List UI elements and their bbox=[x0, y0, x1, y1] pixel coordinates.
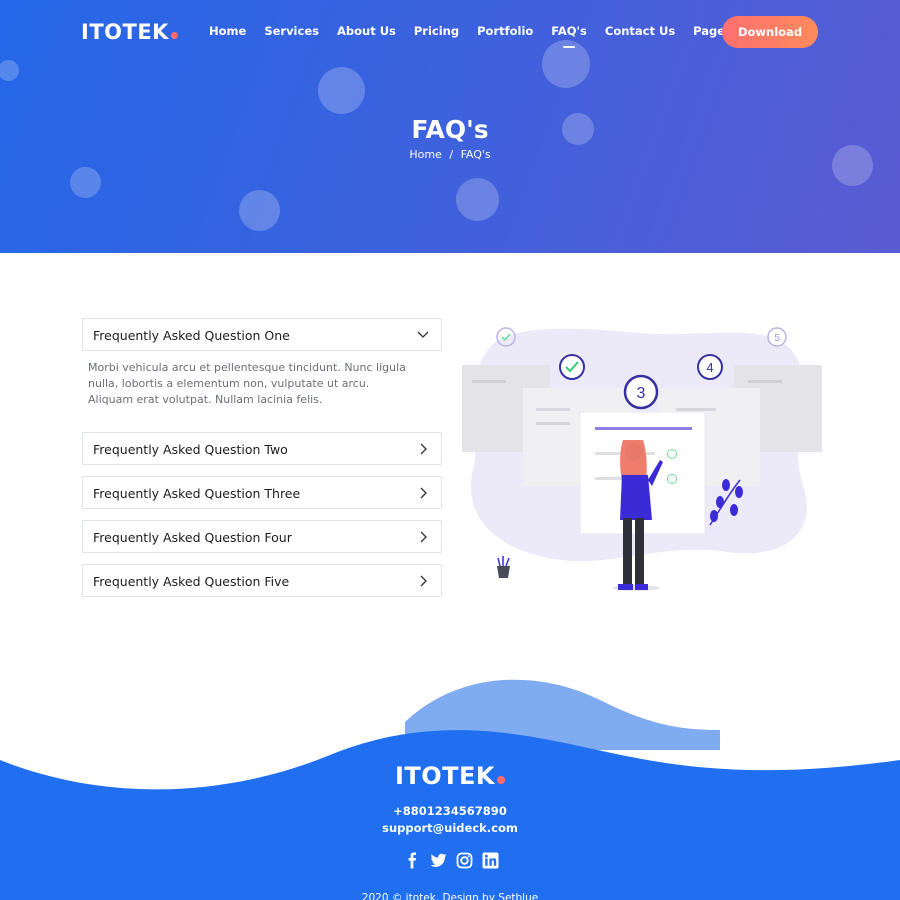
decorative-bubble bbox=[70, 167, 101, 198]
nav-item-services[interactable]: Services bbox=[264, 24, 319, 38]
step-number: 3 bbox=[637, 385, 646, 402]
footer-logo[interactable]: ITOTEK bbox=[0, 762, 900, 790]
social-links bbox=[404, 852, 499, 869]
linkedin-icon[interactable] bbox=[482, 852, 499, 869]
illustration-line bbox=[595, 427, 692, 430]
footer-logo-text: ITOTEK bbox=[394, 762, 496, 790]
nav-item-about-us[interactable]: About Us bbox=[337, 24, 396, 38]
decorative-bubble bbox=[318, 67, 365, 114]
plant-pot bbox=[497, 556, 510, 578]
faq-question: Frequently Asked Question One bbox=[93, 328, 290, 343]
breadcrumb: Home / FAQ's bbox=[0, 148, 900, 161]
faq-question: Frequently Asked Question Four bbox=[93, 530, 292, 545]
faq-item-five[interactable]: Frequently Asked Question Five bbox=[82, 564, 442, 597]
chevron-right-icon bbox=[420, 575, 427, 587]
twitter-icon[interactable] bbox=[430, 852, 447, 869]
footer-email[interactable]: support@uideck.com bbox=[0, 821, 900, 835]
breadcrumb-home-link[interactable]: Home bbox=[409, 148, 441, 161]
faq-item-one[interactable]: Frequently Asked Question One bbox=[82, 318, 442, 351]
logo-dot bbox=[170, 32, 178, 39]
faq-item-four[interactable]: Frequently Asked Question Four bbox=[82, 520, 442, 553]
check-icon bbox=[559, 354, 585, 380]
top-navigation: ITOTEK Home Services About Us Pricing Po… bbox=[0, 0, 900, 64]
brand-logo-text: ITOTEK bbox=[81, 20, 169, 44]
faq-question: Frequently Asked Question Two bbox=[93, 442, 288, 457]
copyright-text: 2020 © itotek. Design by Setblue bbox=[361, 892, 539, 900]
chevron-right-icon bbox=[420, 487, 427, 499]
decorative-bubble bbox=[456, 178, 499, 221]
step-number: 5 bbox=[774, 333, 780, 344]
nav-menu: Home Services About Us Pricing Portfolio… bbox=[209, 24, 765, 48]
faq-item-three[interactable]: Frequently Asked Question Three bbox=[82, 476, 442, 509]
nav-item-faqs[interactable]: FAQ's bbox=[551, 24, 587, 48]
facebook-icon[interactable] bbox=[404, 852, 421, 869]
breadcrumb-current: FAQ's bbox=[460, 148, 491, 161]
faq-question: Frequently Asked Question Three bbox=[93, 486, 301, 501]
chevron-right-icon bbox=[420, 443, 427, 455]
illustration-line bbox=[748, 380, 782, 383]
logo-dot bbox=[497, 776, 506, 784]
chevron-right-icon bbox=[420, 531, 427, 543]
faq-answer: Morbi vehicula arcu et pellentesque tinc… bbox=[88, 361, 406, 406]
nav-item-contact-us[interactable]: Contact Us bbox=[605, 24, 675, 38]
nav-item-pricing[interactable]: Pricing bbox=[414, 24, 459, 38]
nav-item-home[interactable]: Home bbox=[209, 24, 246, 38]
breadcrumb-separator: / bbox=[449, 148, 454, 161]
chevron-down-icon bbox=[417, 331, 429, 338]
decorative-bubble bbox=[239, 190, 280, 231]
page-title: FAQ's bbox=[411, 115, 489, 144]
illustration-line bbox=[536, 422, 570, 425]
nav-item-portfolio[interactable]: Portfolio bbox=[477, 24, 533, 38]
illustration-line bbox=[472, 380, 506, 383]
brand-logo[interactable]: ITOTEK bbox=[81, 20, 178, 44]
faq-accordion: Frequently Asked Question One Morbi vehi… bbox=[82, 318, 442, 608]
illustration-line bbox=[536, 408, 570, 411]
download-button[interactable]: Download bbox=[722, 16, 818, 48]
hero-banner: ITOTEK Home Services About Us Pricing Po… bbox=[0, 0, 900, 253]
instagram-icon[interactable] bbox=[456, 852, 473, 869]
faq-illustration: 3 4 5 bbox=[462, 327, 822, 591]
illustration-line bbox=[676, 408, 716, 411]
footer-phone[interactable]: +8801234567890 bbox=[0, 804, 900, 818]
faq-question: Frequently Asked Question Five bbox=[93, 574, 290, 589]
step-number: 4 bbox=[706, 360, 713, 375]
faq-item-two[interactable]: Frequently Asked Question Two bbox=[82, 432, 442, 465]
